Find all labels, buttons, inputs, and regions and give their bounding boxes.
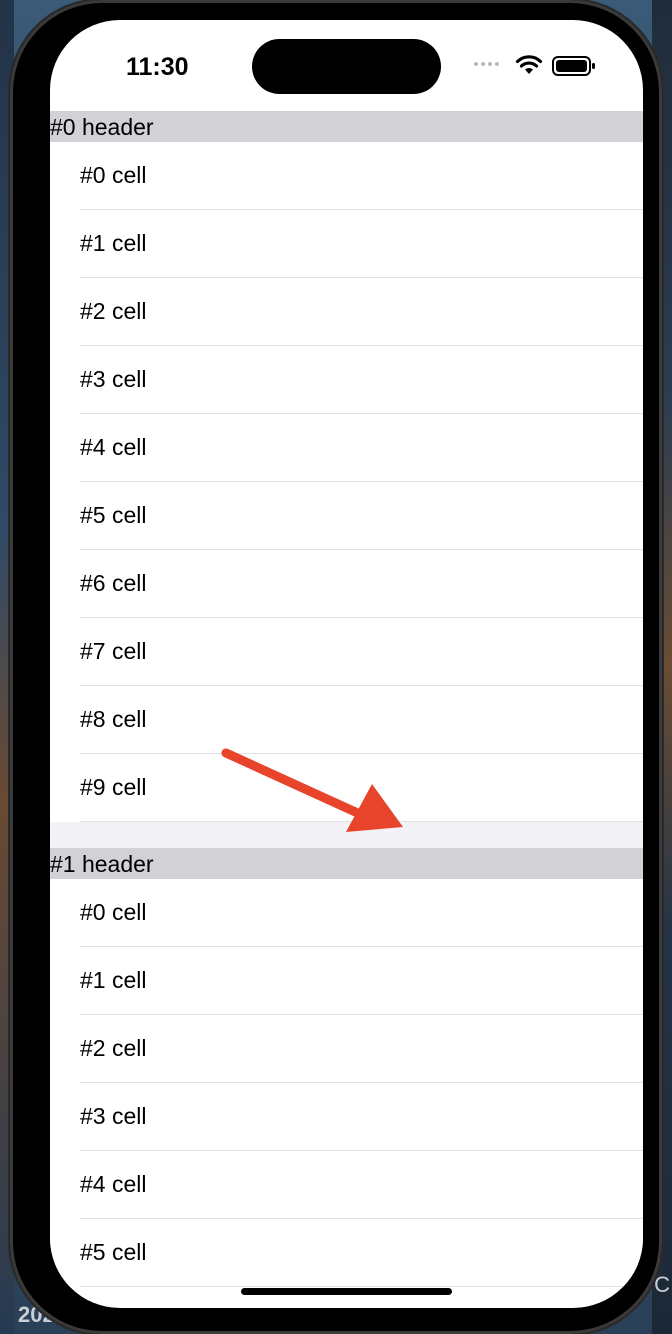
section-spacer <box>50 822 643 848</box>
cell-label: #0 cell <box>80 162 147 188</box>
wifi-icon <box>515 55 543 74</box>
table-cell[interactable]: #1 cell <box>50 210 643 278</box>
table-cell[interactable]: #8 cell <box>50 686 643 754</box>
table-cell[interactable]: #0 cell <box>50 879 643 947</box>
cell-label: #5 cell <box>80 1239 147 1265</box>
phone-screen: 11:30 #0 header #0 cell #1 cell #2 cell #3 c… <box>50 20 643 1308</box>
table-view[interactable]: #0 header #0 cell #1 cell #2 cell #3 cell #4 … <box>50 111 643 1287</box>
home-indicator[interactable] <box>241 1288 452 1295</box>
status-time: 11:30 <box>126 53 189 81</box>
cell-label: #1 cell <box>80 967 147 993</box>
table-cell[interactable]: #3 cell <box>50 1083 643 1151</box>
table-cell[interactable]: #2 cell <box>50 1015 643 1083</box>
cell-label: #4 cell <box>80 1171 147 1197</box>
battery-icon <box>552 56 595 76</box>
table-cell[interactable]: #9 cell <box>50 754 643 822</box>
cell-label: #3 cell <box>80 1103 147 1129</box>
cell-separator <box>80 821 643 822</box>
cell-label: #3 cell <box>80 366 147 392</box>
cell-label: #6 cell <box>80 570 147 596</box>
status-bar: 11:30 <box>50 20 643 110</box>
cell-label: #2 cell <box>80 298 147 324</box>
table-cell[interactable]: #6 cell <box>50 550 643 618</box>
table-cell[interactable]: #5 cell <box>50 1219 643 1287</box>
dynamic-island <box>252 39 441 94</box>
cell-label: #1 cell <box>80 230 147 256</box>
cell-label: #8 cell <box>80 706 147 732</box>
table-cell[interactable]: #0 cell <box>50 142 643 210</box>
phone-frame: 11:30 #0 header #0 cell #1 cell #2 cell #3 c… <box>10 0 662 1334</box>
cell-separator <box>80 1286 643 1287</box>
table-cell[interactable]: #2 cell <box>50 278 643 346</box>
table-cell[interactable]: #1 cell <box>50 947 643 1015</box>
cell-label: #9 cell <box>80 774 147 800</box>
table-cell[interactable]: #4 cell <box>50 414 643 482</box>
section-cells: #0 cell #1 cell #2 cell #3 cell #4 cell #5 ce… <box>50 142 643 822</box>
section-header: #1 header <box>50 848 643 879</box>
table-cell[interactable]: #5 cell <box>50 482 643 550</box>
cell-label: #5 cell <box>80 502 147 528</box>
cell-label: #0 cell <box>80 899 147 925</box>
table-cell[interactable]: #3 cell <box>50 346 643 414</box>
cell-label: #4 cell <box>80 434 147 460</box>
section-header: #0 header <box>50 111 643 142</box>
cell-label: #2 cell <box>80 1035 147 1061</box>
cellular-signal-icon <box>474 62 499 66</box>
table-cell[interactable]: #4 cell <box>50 1151 643 1219</box>
section-cells: #0 cell #1 cell #2 cell #3 cell #4 cell #5 ce… <box>50 879 643 1287</box>
cell-label: #7 cell <box>80 638 147 664</box>
table-cell[interactable]: #7 cell <box>50 618 643 686</box>
